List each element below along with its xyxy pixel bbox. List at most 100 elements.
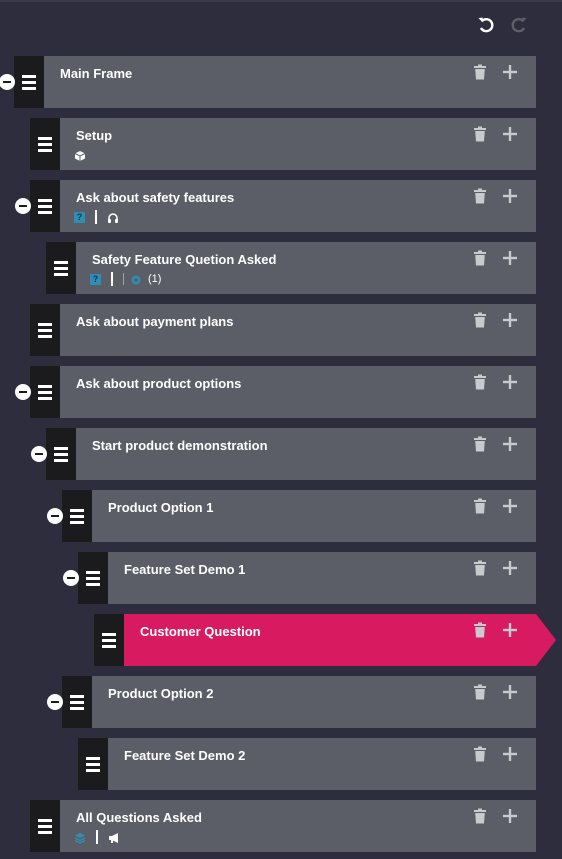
plus-icon[interactable] <box>502 684 518 700</box>
node-body[interactable]: All Questions Asked <box>60 800 536 852</box>
node-chips: ? <box>74 210 119 224</box>
node-actions <box>472 560 518 576</box>
drag-handle[interactable] <box>14 56 44 108</box>
drag-handle[interactable] <box>62 676 92 728</box>
trash-icon[interactable] <box>472 374 488 390</box>
trash-icon[interactable] <box>472 436 488 452</box>
plus-icon[interactable] <box>502 188 518 204</box>
node-body[interactable]: Product Option 2 <box>92 676 536 728</box>
node-label: Customer Question <box>140 624 261 639</box>
tree-node[interactable]: Ask about payment plans <box>30 304 536 356</box>
plus-icon[interactable] <box>502 126 518 142</box>
menu-icon <box>86 571 100 586</box>
plus-icon[interactable] <box>502 250 518 266</box>
node-label: Safety Feature Quetion Asked <box>92 252 277 267</box>
drag-handle[interactable] <box>78 738 108 790</box>
node-body[interactable]: Customer Question <box>124 614 556 666</box>
drag-handle[interactable] <box>30 180 60 232</box>
menu-icon <box>38 137 52 152</box>
plus-icon[interactable] <box>502 808 518 824</box>
tree-node[interactable]: Customer Question <box>94 614 556 666</box>
node-body[interactable]: Feature Set Demo 2 <box>108 738 536 790</box>
plus-icon[interactable] <box>502 622 518 638</box>
drag-handle[interactable] <box>30 800 60 852</box>
undo-icon[interactable] <box>476 15 496 35</box>
plus-icon[interactable] <box>502 312 518 328</box>
node-body[interactable]: Start product demonstration <box>76 428 536 480</box>
node-body[interactable]: Feature Set Demo 1 <box>108 552 536 604</box>
node-actions <box>472 188 518 204</box>
cube-icon <box>74 149 86 161</box>
plus-icon[interactable] <box>502 64 518 80</box>
trash-icon[interactable] <box>472 188 488 204</box>
tree-node[interactable]: Product Option 2 <box>47 676 536 728</box>
node-body[interactable]: Safety Feature Quetion Asked? (1) <box>76 242 536 294</box>
node-body[interactable]: Ask about safety features? <box>60 180 536 232</box>
active-pointer <box>536 614 556 666</box>
collapse-toggle[interactable] <box>0 74 15 90</box>
drag-handle[interactable] <box>46 428 76 480</box>
plus-icon[interactable] <box>502 560 518 576</box>
trash-icon[interactable] <box>472 250 488 266</box>
node-actions <box>472 746 518 762</box>
chip-separator <box>123 273 124 285</box>
trash-icon[interactable] <box>472 684 488 700</box>
node-body[interactable]: Setup <box>60 118 536 170</box>
tree-node[interactable]: Main Frame <box>0 56 536 108</box>
tree-node[interactable]: Feature Set Demo 1 <box>63 552 536 604</box>
trash-icon[interactable] <box>472 312 488 328</box>
tree-node[interactable]: Start product demonstration <box>31 428 536 480</box>
tree-node[interactable]: Product Option 1 <box>47 490 536 542</box>
drag-handle[interactable] <box>46 242 76 294</box>
menu-icon <box>86 757 100 772</box>
node-actions <box>472 126 518 142</box>
menu-icon <box>70 509 84 524</box>
node-body[interactable]: Product Option 1 <box>92 490 536 542</box>
node-label: Product Option 2 <box>108 686 214 701</box>
node-body[interactable]: Ask about product options <box>60 366 536 418</box>
tree-node[interactable]: Feature Set Demo 2 <box>78 738 536 790</box>
tree-node[interactable]: Safety Feature Quetion Asked? (1) <box>46 242 536 294</box>
trash-icon[interactable] <box>472 64 488 80</box>
trash-icon[interactable] <box>472 498 488 514</box>
chip-count: (1) <box>148 273 162 285</box>
collapse-toggle[interactable] <box>47 694 63 710</box>
menu-icon <box>70 695 84 710</box>
drag-handle[interactable] <box>30 118 60 170</box>
trash-icon[interactable] <box>472 746 488 762</box>
layers-icon <box>74 831 86 844</box>
collapse-toggle[interactable] <box>63 570 79 586</box>
drag-handle[interactable] <box>30 304 60 356</box>
tree-node[interactable]: All Questions Asked <box>30 800 536 852</box>
collapse-toggle[interactable] <box>31 446 47 462</box>
menu-icon <box>22 75 36 90</box>
plus-icon[interactable] <box>502 374 518 390</box>
menu-icon <box>54 261 68 276</box>
chip-separator <box>95 210 97 224</box>
drag-handle[interactable] <box>78 552 108 604</box>
node-actions <box>472 374 518 390</box>
tree-node[interactable]: Ask about safety features? <box>15 180 536 232</box>
node-body[interactable]: Main Frame <box>44 56 536 108</box>
drag-handle[interactable] <box>30 366 60 418</box>
drag-handle[interactable] <box>94 614 124 666</box>
node-chips <box>74 830 120 844</box>
question-icon: ? <box>74 211 85 223</box>
collapse-toggle[interactable] <box>15 198 31 214</box>
redo-icon[interactable] <box>509 15 529 35</box>
trash-icon[interactable] <box>472 808 488 824</box>
trash-icon[interactable] <box>472 622 488 638</box>
collapse-toggle[interactable] <box>15 384 31 400</box>
plus-icon[interactable] <box>502 746 518 762</box>
menu-icon <box>38 323 52 338</box>
plus-icon[interactable] <box>502 436 518 452</box>
trash-icon[interactable] <box>472 560 488 576</box>
tree-node[interactable]: Ask about product options <box>15 366 536 418</box>
trash-icon[interactable] <box>472 126 488 142</box>
node-actions <box>472 684 518 700</box>
tree-node[interactable]: Setup <box>30 118 536 170</box>
node-body[interactable]: Ask about payment plans <box>60 304 536 356</box>
plus-icon[interactable] <box>502 498 518 514</box>
drag-handle[interactable] <box>62 490 92 542</box>
collapse-toggle[interactable] <box>47 508 63 524</box>
